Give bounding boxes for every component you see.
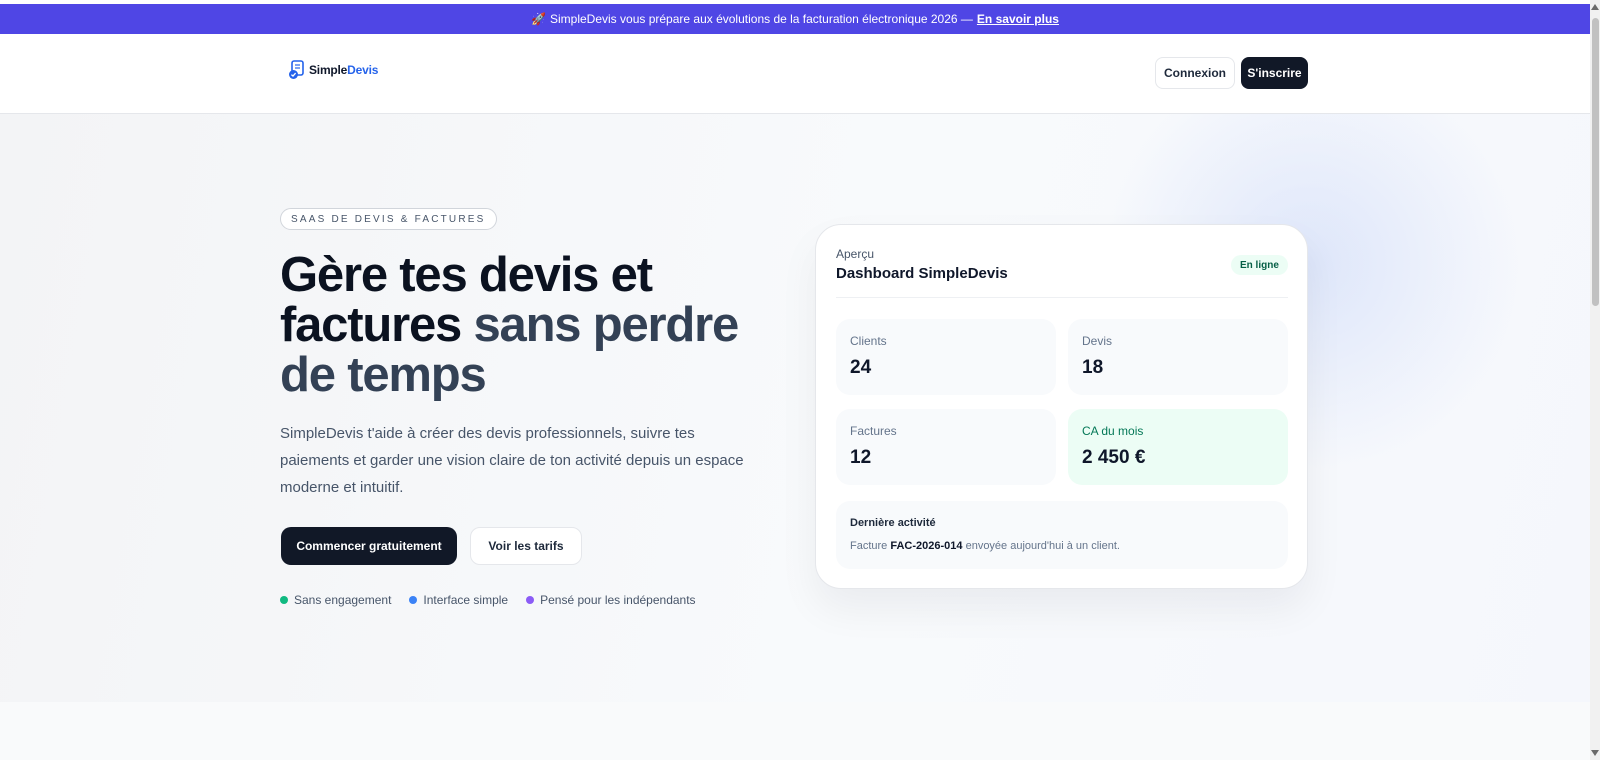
- announcement-banner: 🚀 SimpleDevis vous prépare aux évolution…: [0, 4, 1590, 34]
- stat-label: CA du mois: [1082, 424, 1144, 438]
- next-section: [0, 702, 1590, 760]
- card-eyebrow: Aperçu: [836, 247, 875, 261]
- signup-button[interactable]: S'inscrire: [1241, 57, 1308, 89]
- view-pricing-button[interactable]: Voir les tarifs: [470, 527, 582, 565]
- scroll-down-arrow-icon[interactable]: [1591, 750, 1599, 756]
- blue-dot-icon: [409, 596, 418, 604]
- logo-text-devis: Devis: [347, 63, 379, 77]
- page-scrollbar[interactable]: [1590, 0, 1600, 760]
- perk-label: Pensé pour les indépendants: [540, 593, 696, 607]
- hero-description: SimpleDevis t'aide à créer des devis pro…: [280, 425, 744, 496]
- hero-title: Gère tes devis et factures sans perdre d…: [280, 250, 780, 400]
- site-header: SimpleDevis Connexion S'inscrire: [0, 34, 1590, 114]
- document-check-icon: [289, 60, 304, 79]
- activity-text: Facture FAC-2026-014 envoyée aujourd'hui…: [850, 540, 1120, 552]
- card-title: Dashboard SimpleDevis: [836, 265, 1008, 282]
- last-activity-panel: Dernière activité Facture FAC-2026-014 e…: [836, 501, 1288, 569]
- perk-label: Interface simple: [423, 593, 509, 607]
- card-divider: [836, 297, 1288, 298]
- stat-value: 2 450 €: [1082, 447, 1146, 468]
- stat-monthly-revenue: CA du mois 2 450 €: [1068, 409, 1288, 485]
- activity-prefix: Facture: [850, 540, 888, 552]
- perk-item: Sans engagement: [280, 593, 391, 607]
- perks-list: Sans engagement Interface simple Pensé p…: [280, 593, 696, 607]
- perk-item: Pensé pour les indépendants: [526, 593, 696, 607]
- scroll-up-arrow-icon[interactable]: [1591, 4, 1599, 10]
- green-dot-icon: [280, 596, 288, 604]
- banner-learn-more-link[interactable]: En savoir plus: [977, 12, 1059, 26]
- rocket-icon: 🚀: [531, 12, 546, 26]
- stat-value: 12: [850, 447, 872, 468]
- perk-label: Sans engagement: [294, 593, 392, 607]
- dashboard-preview-card: Aperçu Dashboard SimpleDevis En ligne Cl…: [815, 224, 1308, 589]
- logo-text-simple: Simple: [309, 63, 348, 77]
- invoice-number: FAC-2026-014: [890, 540, 963, 552]
- start-free-button[interactable]: Commencer gratuitement: [281, 527, 457, 565]
- stat-label: Clients: [850, 334, 887, 348]
- banner-text: SimpleDevis vous prépare aux évolutions …: [550, 12, 973, 26]
- activity-title: Dernière activité: [850, 517, 936, 529]
- logo[interactable]: SimpleDevis: [288, 60, 378, 80]
- status-badge: En ligne: [1231, 255, 1288, 275]
- activity-suffix: envoyée aujourd'hui à un client.: [965, 540, 1120, 552]
- stat-devis: Devis 18: [1068, 319, 1288, 395]
- stat-value: 24: [850, 357, 872, 378]
- login-button[interactable]: Connexion: [1155, 57, 1235, 89]
- stat-label: Factures: [850, 424, 897, 438]
- purple-dot-icon: [526, 596, 535, 604]
- stat-label: Devis: [1082, 334, 1113, 348]
- perk-item: Interface simple: [409, 593, 508, 607]
- stat-factures: Factures 12: [836, 409, 1056, 485]
- stat-value: 18: [1082, 357, 1104, 378]
- hero-badge: SAAS DE DEVIS & FACTURES: [280, 208, 497, 230]
- scrollbar-thumb[interactable]: [1592, 18, 1599, 306]
- hero-section: SAAS DE DEVIS & FACTURES Gère tes devis …: [0, 114, 1590, 702]
- stat-clients: Clients 24: [836, 319, 1056, 395]
